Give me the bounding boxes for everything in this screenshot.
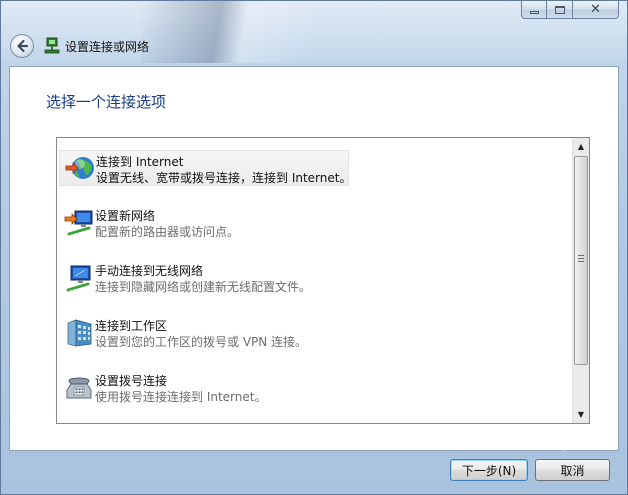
grip-icon: [578, 255, 584, 264]
network-setup-icon: [44, 37, 60, 54]
maximize-button[interactable]: [547, 1, 573, 19]
glass-streak: [141, 1, 311, 63]
scrollbar-thumb[interactable]: [574, 156, 588, 365]
workplace-icon: [67, 319, 92, 347]
next-button[interactable]: 下一步(N): [450, 459, 528, 481]
scroll-up-arrow-icon[interactable]: ▲: [573, 138, 589, 155]
back-arrow-icon: [17, 39, 29, 53]
scroll-down-arrow-icon[interactable]: ▼: [573, 406, 589, 423]
option-dialup[interactable]: 设置拨号连接 使用拨号连接连接到 Internet。: [59, 370, 349, 406]
option-description: 配置新的路由器或访问点。: [95, 225, 240, 239]
dialup-phone-icon: [66, 377, 92, 399]
maximize-icon: [554, 5, 565, 14]
content-pane: 选择一个连接选项 连接到 Internet 设置无线、宽带或拨号连接，连接到 I…: [9, 66, 619, 451]
option-description: 设置到您的工作区的拨号或 VPN 连接。: [95, 335, 308, 349]
connection-options-list[interactable]: 连接到 Internet 设置无线、宽带或拨号连接，连接到 Internet。 …: [56, 137, 590, 424]
option-connect-internet[interactable]: 连接到 Internet 设置无线、宽带或拨号连接，连接到 Internet。: [59, 150, 352, 186]
dialog-window: ✕ 设置连接或网络 选择一个连接选项 连接到 Internet 设置无线、宽带或…: [0, 0, 628, 495]
option-title: 连接到工作区: [95, 319, 168, 333]
vertical-scrollbar[interactable]: ▲ ▼: [572, 138, 589, 423]
option-description: 使用拨号连接连接到 Internet。: [95, 390, 267, 404]
close-icon: ✕: [590, 2, 601, 17]
close-button[interactable]: ✕: [573, 1, 619, 19]
minimize-icon: [529, 11, 539, 14]
option-title: 手动连接到无线网络: [95, 264, 204, 278]
caption-buttons: ✕: [521, 1, 619, 19]
option-title: 设置新网络: [95, 209, 156, 223]
option-description: 设置无线、宽带或拨号连接，连接到 Internet。: [96, 171, 352, 185]
option-workplace[interactable]: 连接到工作区 设置到您的工作区的拨号或 VPN 连接。: [59, 315, 349, 351]
wireless-network-icon: [66, 265, 91, 292]
new-network-icon: [64, 210, 93, 236]
window-title: 设置连接或网络: [65, 40, 150, 54]
page-heading: 选择一个连接选项: [46, 93, 167, 111]
option-title: 设置拨号连接: [95, 374, 168, 388]
option-description: 连接到隐藏网络或创建新无线配置文件。: [95, 280, 312, 294]
minimize-button[interactable]: [521, 1, 547, 19]
option-title: 连接到 Internet: [96, 155, 184, 169]
cancel-button[interactable]: 取消: [535, 459, 610, 481]
option-new-network[interactable]: 设置新网络 配置新的路由器或访问点。: [59, 205, 349, 241]
globe-connect-icon: [65, 157, 94, 179]
back-button[interactable]: [10, 34, 34, 58]
option-manual-wireless[interactable]: 手动连接到无线网络 连接到隐藏网络或创建新无线配置文件。: [59, 260, 349, 296]
